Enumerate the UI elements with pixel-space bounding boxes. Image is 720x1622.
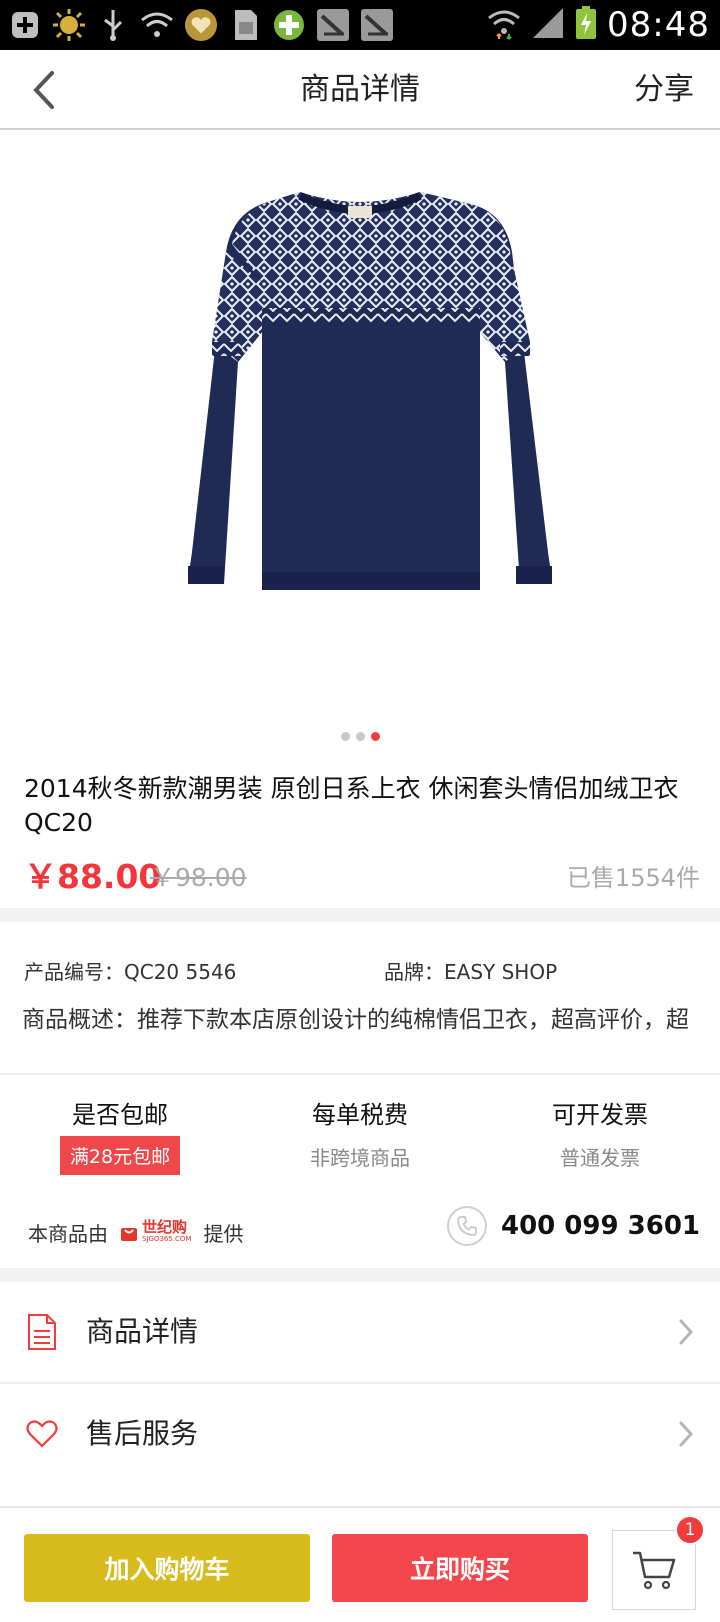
add-to-cart-button[interactable]: 加入购物车 — [24, 1534, 310, 1602]
feature-tax: 每单税费 非跨境商品 — [240, 1095, 480, 1171]
feature-shipping: 是否包邮 满28元包邮 — [0, 1095, 240, 1175]
cart-count-badge: 1 — [675, 1515, 705, 1545]
feature-sub: 普通发票 — [560, 1146, 640, 1170]
phone-number: 400 099 3601 — [500, 1211, 700, 1241]
row-label: 商品详情 — [86, 1315, 199, 1348]
share-button[interactable]: 分享 — [634, 50, 694, 130]
cart-button[interactable]: 1 — [612, 1515, 705, 1610]
clock: 08:48 — [607, 5, 710, 45]
provider-logo: 世纪购 SJGO365.COM — [120, 1217, 192, 1245]
chevron-right-icon — [679, 1319, 694, 1345]
sd-card-icon — [228, 8, 262, 42]
carousel-indicator — [0, 732, 720, 741]
download-icon — [316, 8, 350, 42]
chevron-right-icon — [679, 1421, 694, 1447]
heart-icon — [184, 8, 218, 42]
row-product-details[interactable]: 商品详情 — [0, 1282, 720, 1382]
logo-name: 世纪购 — [142, 1217, 188, 1236]
product-summary: 商品概述：推荐下款本店原创设计的纯棉情侣卫衣，超高评价，超 — [22, 1007, 689, 1033]
feature-label: 可开发票 — [552, 1101, 648, 1129]
feature-invoice: 可开发票 普通发票 — [480, 1095, 720, 1171]
buy-now-button[interactable]: 立即购买 — [332, 1534, 588, 1602]
sun-icon — [52, 8, 86, 42]
product-image-carousel[interactable] — [0, 132, 720, 752]
product-brand: 品牌：EASY SHOP — [384, 960, 558, 984]
section-divider — [0, 1268, 720, 1282]
battery-charging-icon — [575, 6, 597, 44]
provider-info: 本商品由 世纪购 SJGO365.COM 提供 — [28, 1218, 243, 1247]
page-title: 商品详情 — [300, 72, 420, 107]
original-price: ￥98.00 — [150, 863, 247, 892]
carousel-dot-active — [370, 732, 380, 741]
product-code: 产品编号：QC20 5546 — [24, 960, 237, 984]
logo-domain: SJGO365.COM — [142, 1234, 192, 1243]
status-bar: 08:48 — [0, 0, 720, 50]
phone-button[interactable]: 400 099 3601 — [446, 1206, 700, 1246]
phone-icon — [446, 1206, 487, 1246]
feature-strip: 是否包邮 满28元包邮 每单税费 非跨境商品 可开发票 普通发票 — [0, 1095, 720, 1195]
bag-icon — [121, 1227, 137, 1241]
feature-sub: 非跨境商品 — [310, 1146, 410, 1170]
chevron-left-icon — [33, 71, 54, 109]
row-label: 售后服务 — [86, 1417, 199, 1450]
wifi-icon — [487, 6, 521, 44]
free-shipping-badge: 满28元包邮 — [59, 1136, 181, 1175]
carousel-dot — [355, 732, 365, 741]
download-icon-2 — [360, 8, 394, 42]
current-price: ￥88.00 — [24, 857, 162, 896]
signal-icon — [531, 6, 565, 44]
usb-icon — [96, 8, 130, 42]
feature-label: 是否包邮 — [72, 1101, 168, 1129]
feature-label: 每单税费 — [312, 1101, 408, 1129]
add-app-icon — [272, 8, 306, 42]
provider-prefix: 本商品由 — [28, 1222, 108, 1246]
divider — [0, 1073, 720, 1075]
header: 商品详情 分享 — [0, 50, 720, 130]
product-title: 2014秋冬新款潮男装 原创日系上衣 休闲套头情侣加绒卫衣QC20 — [24, 774, 679, 837]
heart-outline-icon — [24, 1412, 60, 1456]
carousel-dot — [340, 732, 350, 741]
sold-count: 已售1554件 — [566, 864, 700, 892]
wifi-question-icon — [140, 8, 174, 42]
back-button[interactable] — [16, 62, 72, 118]
shopping-cart-icon — [633, 1551, 676, 1590]
bottom-action-bar: 加入购物车 立即购买 1 — [0, 1506, 720, 1622]
add-icon — [8, 8, 42, 42]
sweater-image — [188, 192, 552, 590]
section-divider — [0, 908, 720, 922]
document-icon — [24, 1310, 60, 1354]
provider-suffix: 提供 — [203, 1222, 244, 1246]
row-after-sales[interactable]: 售后服务 — [0, 1384, 720, 1484]
